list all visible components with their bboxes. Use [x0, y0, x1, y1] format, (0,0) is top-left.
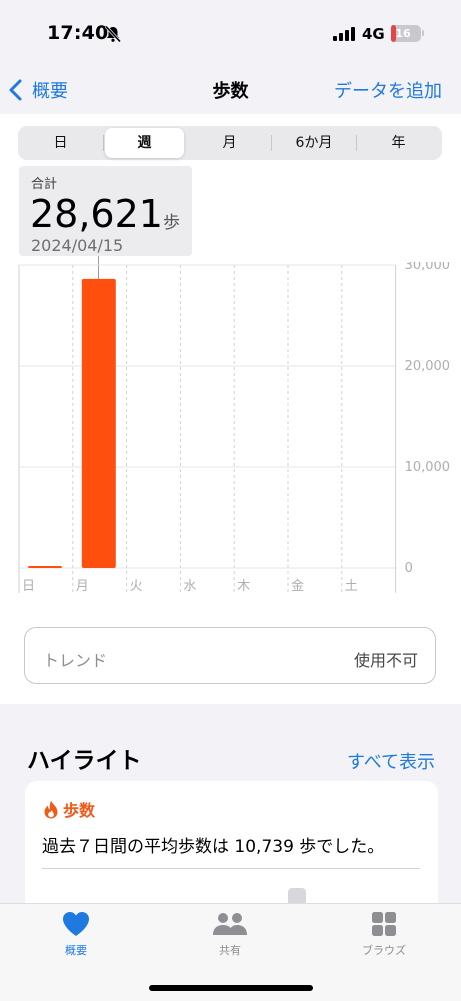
status-bar: 17:40 4G 16 — [0, 0, 461, 66]
total-label: 合計 — [31, 177, 58, 192]
steps-bar — [81, 278, 116, 568]
home-indicator — [149, 985, 313, 991]
tab-summary-label: 概要 — [65, 944, 87, 957]
highlight-card-header: 歩数 — [43, 797, 95, 821]
steps-chart[interactable]: 0 10,000 20,000 30,000 日 月 火 水 木 金 土 — [0, 262, 461, 602]
tab-sharing-label: 共有 — [219, 944, 241, 957]
add-data-button[interactable]: データを追加 — [334, 77, 442, 103]
battery-icon: 16 — [391, 25, 424, 42]
tab-browse[interactable]: ブラウズ — [324, 910, 444, 958]
x-tick-label: 日 — [22, 579, 35, 594]
selection-callout: 合計 28,621 歩 2024/04/15 — [19, 166, 192, 256]
selected-date: 2024/04/15 — [31, 236, 124, 255]
x-tick-label: 金 — [291, 578, 304, 594]
highlight-card-title: 歩数 — [63, 801, 96, 820]
tab-sharing[interactable]: 共有 — [170, 910, 290, 958]
trend-card[interactable]: トレンド 使用不可 — [24, 627, 436, 684]
segment-separator — [103, 135, 104, 151]
trend-status: 使用不可 — [353, 651, 418, 670]
highlight-card-text: 過去７日間の平均歩数は 10,739 歩でした。 — [42, 837, 385, 857]
people-icon — [213, 913, 247, 935]
card-divider — [42, 868, 420, 869]
highlights-heading: ハイライト — [27, 748, 142, 774]
segment-month[interactable]: 月 — [188, 128, 271, 158]
x-tick-label: 木 — [237, 579, 250, 594]
steps-bar — [28, 565, 62, 568]
status-time: 17:40 — [47, 22, 109, 44]
segment-year[interactable]: 年 — [357, 128, 440, 158]
highlight-card[interactable]: 歩数 過去７日間の平均歩数は 10,739 歩でした。 — [25, 781, 438, 921]
heart-icon — [63, 912, 89, 936]
segment-week[interactable]: 週 — [105, 128, 184, 158]
battery-percent: 16 — [395, 27, 411, 40]
y-tick-label: 10,000 — [405, 460, 451, 475]
x-tick-label: 水 — [183, 579, 196, 594]
flame-icon — [44, 800, 58, 818]
grid-icon — [372, 912, 396, 936]
tab-summary[interactable]: 概要 — [16, 910, 136, 958]
network-label: 4G — [362, 25, 385, 43]
x-tick-label: 火 — [130, 579, 143, 594]
tab-browse-label: ブラウズ — [362, 944, 406, 957]
total-value: 28,621 — [30, 192, 163, 236]
signal-icon — [333, 27, 355, 41]
x-tick-label: 土 — [345, 579, 358, 594]
segment-day[interactable]: 日 — [20, 128, 101, 158]
total-unit: 歩 — [163, 213, 180, 233]
steps-panel: 日 週 月 6か月 年 合計 28,621 歩 2024/04/15 0 10,0… — [0, 114, 461, 704]
nav-bar: 概要 歩数 データを追加 — [0, 66, 461, 114]
x-tick-label: 月 — [76, 579, 89, 594]
segment-six-months[interactable]: 6か月 — [272, 128, 356, 158]
y-tick-label: 20,000 — [405, 359, 451, 374]
trend-label: トレンド — [43, 651, 108, 670]
show-all-link[interactable]: すべて表示 — [347, 748, 435, 774]
period-segmented-control: 日 週 月 6か月 年 — [18, 126, 442, 160]
bell-off-icon — [104, 25, 122, 43]
steps-chart-svg: 0 10,000 20,000 30,000 日 月 火 水 木 金 土 — [18, 262, 451, 594]
y-tick-label: 0 — [405, 561, 413, 576]
y-tick-label: 30,000 — [405, 262, 451, 273]
